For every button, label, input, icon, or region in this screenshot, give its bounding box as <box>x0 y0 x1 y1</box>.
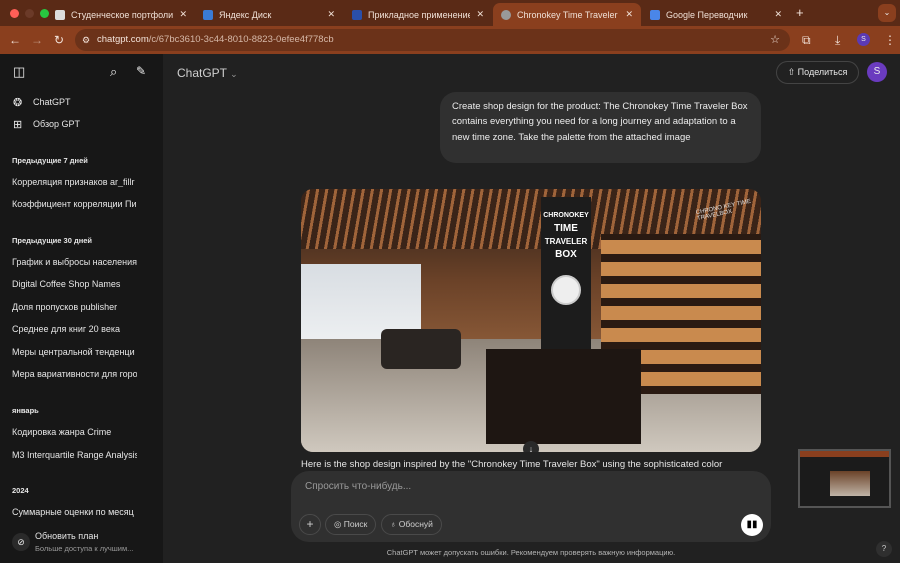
chat-item[interactable]: Меры центральной тенденци <box>12 347 137 357</box>
tab[interactable]: Яндекс Диск ✕ <box>195 3 343 26</box>
close-tab-icon[interactable]: ✕ <box>179 9 187 20</box>
scroll-down-icon[interactable]: ↓ <box>523 441 539 452</box>
screen-preview-thumbnail[interactable] <box>798 449 891 508</box>
tab-search-icon[interactable]: ⌄ <box>878 4 896 22</box>
close-tab-icon[interactable]: ✕ <box>476 9 484 20</box>
section-heading: 2024 <box>12 486 29 495</box>
close-tab-icon[interactable]: ✕ <box>327 9 335 20</box>
bookmark-star-icon[interactable]: ☆ <box>770 29 780 51</box>
url-input[interactable]: ⚙ chatgpt.com/c/67bc3610-3c44-8010-8823-0… <box>75 29 790 51</box>
lightbulb-icon: ♁ <box>390 519 399 529</box>
user-message: Create shop design for the product: The … <box>440 92 761 163</box>
explore-gpts-icon: ⊞ <box>13 119 23 131</box>
section-heading: Предыдущие 30 дней <box>12 236 93 245</box>
chevron-down-icon: ⌄ <box>230 69 238 79</box>
forward-icon[interactable]: → <box>31 33 43 47</box>
generated-image[interactable]: CHRONOKEY TIME TRAVELER BOX CHRONO KEY TIME… <box>301 189 761 452</box>
upgrade-title: Обновить план <box>35 531 99 541</box>
new-tab-button[interactable]: + <box>796 5 804 20</box>
window-controls <box>10 9 49 18</box>
tab[interactable]: Google Переводчик ✕ <box>642 3 790 26</box>
tab-favicon-icon <box>203 9 213 20</box>
sidebar: ◫ ⌕ ✎ ❂ ChatGPT ⊞ Обзор GPT Предыдущие 7… <box>0 54 163 563</box>
new-chat-icon[interactable]: ✎ <box>136 64 146 78</box>
attach-button[interactable]: + <box>299 514 321 535</box>
search-icon[interactable]: ⌕ <box>110 64 117 80</box>
chat-item[interactable]: Среднее для книг 20 века <box>12 324 137 334</box>
disclaimer: ChatGPT может допускать ошибки. Рекоменд… <box>386 548 676 557</box>
search-button[interactable]: ◎ Поиск <box>325 514 377 535</box>
avatar[interactable]: S <box>867 62 887 82</box>
chat-item[interactable]: M3 Interquartile Range Analysis <box>12 450 137 460</box>
globe-icon: ◎ <box>334 519 344 529</box>
sidebar-item-chatgpt[interactable]: ChatGPT <box>33 97 158 107</box>
reload-icon[interactable]: ↻ <box>54 33 64 47</box>
voice-mode-icon[interactable]: ▮▮ <box>741 514 763 536</box>
help-button[interactable]: ? <box>876 541 892 557</box>
tab-active[interactable]: Chronokey Time Traveler Box✕ <box>493 3 641 26</box>
share-icon: ⇧ <box>787 67 798 77</box>
extensions-icon[interactable]: ⧉ <box>802 33 811 48</box>
chat-item[interactable]: Доля пропусков publisher <box>12 302 137 312</box>
message-input[interactable]: Спросить что-нибудь... <box>305 481 411 492</box>
site-settings-icon[interactable]: ⚙ <box>82 29 90 51</box>
chat-item[interactable]: Корреляция признаков ar_fillr <box>12 177 137 187</box>
tab-favicon-icon <box>55 9 65 20</box>
chat-item[interactable]: Суммарные оценки по месяц <box>12 507 137 517</box>
menu-icon[interactable]: ⋮ <box>884 33 896 47</box>
sidebar-toggle-icon[interactable]: ◫ <box>13 64 25 80</box>
reason-button[interactable]: ♁ Обоснуй <box>381 514 442 535</box>
chat-item[interactable]: Коэффициент корреляции Пи <box>12 199 137 209</box>
model-selector[interactable]: ChatGPT ⌄ <box>177 66 238 80</box>
close-tab-icon[interactable]: ✕ <box>774 9 782 20</box>
tab[interactable]: Прикладное применение ге✕ <box>344 3 492 26</box>
tab-favicon-icon <box>650 9 660 20</box>
close-window-button[interactable] <box>10 9 19 18</box>
minimize-window-button[interactable] <box>25 9 34 18</box>
close-tab-icon[interactable]: ✕ <box>625 9 633 20</box>
back-icon[interactable]: ← <box>9 33 21 47</box>
composer: Спросить что-нибудь... + ◎ Поиск ♁ Обосн… <box>291 471 771 542</box>
download-icon[interactable]: ⤓ <box>835 33 840 48</box>
chat-item[interactable]: Кодировка жанра Crime <box>12 427 137 437</box>
chat-item[interactable]: График и выбросы населения <box>12 257 137 267</box>
sidebar-item-explore[interactable]: Обзор GPT <box>33 119 158 129</box>
assistant-reply: Here is the shop design inspired by the … <box>301 459 723 470</box>
section-heading: Предыдущие 7 дней <box>12 156 88 165</box>
tab[interactable]: Студенческое портфолио / >✕ <box>47 3 195 26</box>
tab-favicon-icon <box>352 9 362 20</box>
share-button[interactable]: ⇧ Поделиться <box>776 61 859 84</box>
tab-favicon-icon <box>501 9 511 20</box>
address-bar-row: ← → ↻ ⚙ chatgpt.com/c/67bc3610-3c44-8010-… <box>0 26 900 54</box>
chatgpt-logo-icon: ❂ <box>13 97 23 109</box>
tab-bar: Студенческое портфолио / >✕ Яндекс Диск✕… <box>0 0 900 26</box>
profile-avatar[interactable]: S <box>857 33 870 46</box>
section-heading: январь <box>12 406 39 415</box>
chat-item[interactable]: Мера вариативности для горо <box>12 369 137 379</box>
chat-item[interactable]: Digital Coffee Shop Names <box>12 279 137 289</box>
